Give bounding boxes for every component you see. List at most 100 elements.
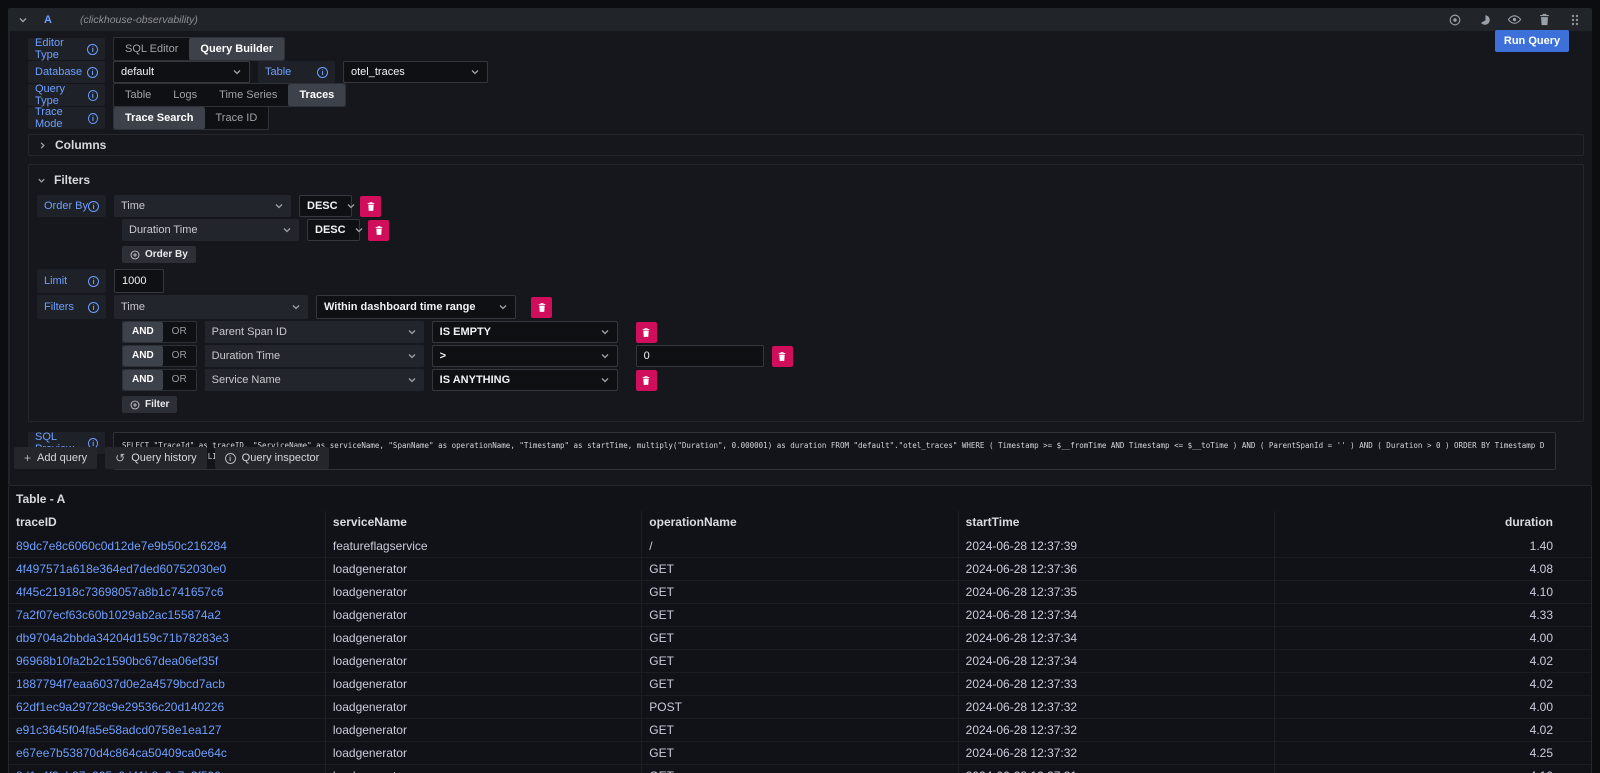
info-icon[interactable]: i — [88, 90, 98, 101]
sql-preview-text: SELECT "TraceId" as traceID, "ServiceNam… — [113, 432, 1556, 470]
and-option[interactable]: AND — [123, 322, 163, 342]
table-row: 89dc7e8c6060c0d12de7e9b50c216284 feature… — [9, 535, 1591, 558]
trace-id-link[interactable]: 8d1c4f3ab27e905c6d41b8a2c7e3f590 — [9, 765, 325, 773]
panel-title[interactable]: Table - A — [9, 486, 1591, 511]
duration-cell: 4.00 — [1275, 627, 1591, 650]
duration-cell: 4.08 — [1275, 558, 1591, 581]
info-icon[interactable]: i — [87, 67, 98, 78]
query-header: A (clickhouse-observability) — [8, 8, 1592, 31]
column-header-duration[interactable]: duration — [1275, 511, 1591, 535]
filters-section: Filters Order By i Time DESC — [28, 164, 1584, 422]
info-icon[interactable]: i — [317, 67, 328, 78]
column-header-starttime[interactable]: startTime — [958, 511, 1274, 535]
filter-operator-select[interactable]: > — [432, 345, 618, 367]
trace-id-option[interactable]: Trace ID — [205, 107, 269, 129]
filter-field-select[interactable]: Parent Span ID — [205, 321, 424, 343]
database-label: Database i — [28, 61, 105, 83]
trace-search-option[interactable]: Trace Search — [114, 107, 205, 129]
chevron-down-icon — [37, 176, 46, 185]
columns-section[interactable]: Columns — [28, 134, 1584, 156]
order-by-direction-select[interactable]: DESC — [299, 195, 352, 217]
filter-field-select[interactable]: Time — [114, 295, 308, 319]
order-by-field-select[interactable]: Time — [114, 195, 291, 217]
query-type-logs-option[interactable]: Logs — [162, 84, 208, 106]
trace-id-link[interactable]: 62df1ec9a29728c9e29536c20d140226 — [9, 696, 325, 719]
collapse-query-icon[interactable] — [18, 15, 28, 25]
filter-field-select[interactable]: Service Name — [205, 369, 424, 391]
limit-input[interactable] — [114, 269, 164, 293]
duration-cell: 1.40 — [1275, 535, 1591, 558]
remove-query-trash-icon[interactable] — [1537, 12, 1552, 27]
column-header-operationname[interactable]: operationName — [642, 511, 958, 535]
service-name-cell: loadgenerator — [325, 650, 641, 673]
add-filter-row: Filter — [37, 396, 1575, 413]
remove-filter-button[interactable] — [636, 322, 657, 343]
duplicate-query-icon[interactable] — [1477, 12, 1492, 27]
trace-id-link[interactable]: 4f45c21918c73698057a8b1c741657c6 — [9, 581, 325, 604]
table-panel: Table - A traceID serviceName operationN… — [8, 485, 1592, 773]
order-by-field-select[interactable]: Duration Time — [122, 219, 299, 241]
chevron-down-icon — [354, 225, 364, 235]
chevron-down-icon — [407, 375, 417, 385]
query-type-traces-option[interactable]: Traces — [288, 84, 345, 106]
filter-condition-row: AND OR Duration Time > — [37, 345, 1575, 367]
trace-id-link[interactable]: db9704a2bbda34204d159c71b78283e3 — [9, 627, 325, 650]
filter-field-select[interactable]: Duration Time — [205, 345, 424, 367]
add-query-button[interactable]: + Add query — [14, 447, 97, 469]
query-ref-letter: A — [44, 14, 52, 26]
remove-filter-button[interactable] — [531, 297, 552, 318]
info-icon[interactable]: i — [87, 44, 98, 55]
and-option[interactable]: AND — [123, 370, 163, 390]
remove-filter-button[interactable] — [772, 346, 793, 367]
query-history-button[interactable]: ↺ Query history — [105, 447, 206, 469]
trace-id-link[interactable]: 7a2f07ecf63c60b1029ab2ac155874a2 — [9, 604, 325, 627]
query-type-table-option[interactable]: Table — [114, 84, 162, 106]
or-option[interactable]: OR — [163, 322, 196, 342]
remove-order-by-button[interactable] — [368, 220, 389, 241]
query-editor-row: A (clickhouse-observability) — [8, 8, 1592, 485]
plus-icon: + — [24, 452, 31, 464]
filter-operator-select[interactable]: Within dashboard time range — [316, 295, 516, 319]
query-builder-option[interactable]: Query Builder — [189, 38, 284, 60]
info-icon[interactable]: i — [88, 113, 98, 124]
editor-type-row: Editor Type i SQL Editor Query Builder — [28, 38, 1588, 60]
operation-name-cell: GET — [642, 558, 958, 581]
run-query-button[interactable]: Run Query — [1495, 30, 1569, 52]
column-header-servicename[interactable]: serviceName — [325, 511, 641, 535]
operation-name-cell: GET — [642, 673, 958, 696]
trace-id-link[interactable]: 1887794f7eaa6037d0e2a4579bcd7acb — [9, 673, 325, 696]
info-icon[interactable]: i — [88, 302, 99, 313]
filters-section-header[interactable]: Filters — [37, 171, 1575, 189]
filter-operator-select[interactable]: IS ANYTHING — [432, 369, 618, 391]
eye-icon[interactable] — [1507, 12, 1522, 27]
trace-id-link[interactable]: e91c3645f04fa5e58adcd0758e1ea127 — [9, 719, 325, 742]
order-by-direction-select[interactable]: DESC — [307, 219, 360, 241]
sql-editor-option[interactable]: SQL Editor — [114, 38, 189, 60]
column-header-traceid[interactable]: traceID — [9, 511, 325, 535]
and-option[interactable]: AND — [123, 346, 163, 366]
info-icon[interactable]: i — [88, 201, 99, 212]
drag-handle-icon[interactable] — [1567, 12, 1582, 27]
trace-mode-row: Trace Mode i Trace Search Trace ID — [28, 107, 1588, 129]
add-order-by-button[interactable]: Order By — [122, 246, 196, 263]
filter-operator-select[interactable]: IS EMPTY — [432, 321, 618, 343]
trace-id-link[interactable]: 4f497571a618e364ed7ded60752030e0 — [9, 558, 325, 581]
time-filter-row: Filters i Time Within dashboard time ran… — [37, 295, 1575, 319]
table-select[interactable]: otel_traces — [343, 61, 488, 83]
remove-order-by-button[interactable] — [360, 196, 381, 217]
trace-id-link[interactable]: e67ee7b53870d4c864ca50409ca0e64c — [9, 742, 325, 765]
filter-value-input[interactable] — [636, 345, 764, 367]
trace-id-link[interactable]: 89dc7e8c6060c0d12de7e9b50c216284 — [9, 535, 325, 558]
query-inspector-button[interactable]: i Query inspector — [215, 447, 330, 469]
or-option[interactable]: OR — [163, 346, 196, 366]
service-name-cell: loadgenerator — [325, 673, 641, 696]
info-icon[interactable]: i — [88, 276, 99, 287]
query-type-timeseries-option[interactable]: Time Series — [208, 84, 288, 106]
or-option[interactable]: OR — [163, 370, 196, 390]
add-filter-button[interactable]: Filter — [122, 396, 177, 413]
database-select[interactable]: default — [113, 61, 250, 83]
trace-id-link[interactable]: 96968b10fa2b2c1590bc67dea06ef35f — [9, 650, 325, 673]
circle-dot-icon[interactable] — [1447, 12, 1462, 27]
operation-name-cell: GET — [642, 650, 958, 673]
remove-filter-button[interactable] — [636, 370, 657, 391]
